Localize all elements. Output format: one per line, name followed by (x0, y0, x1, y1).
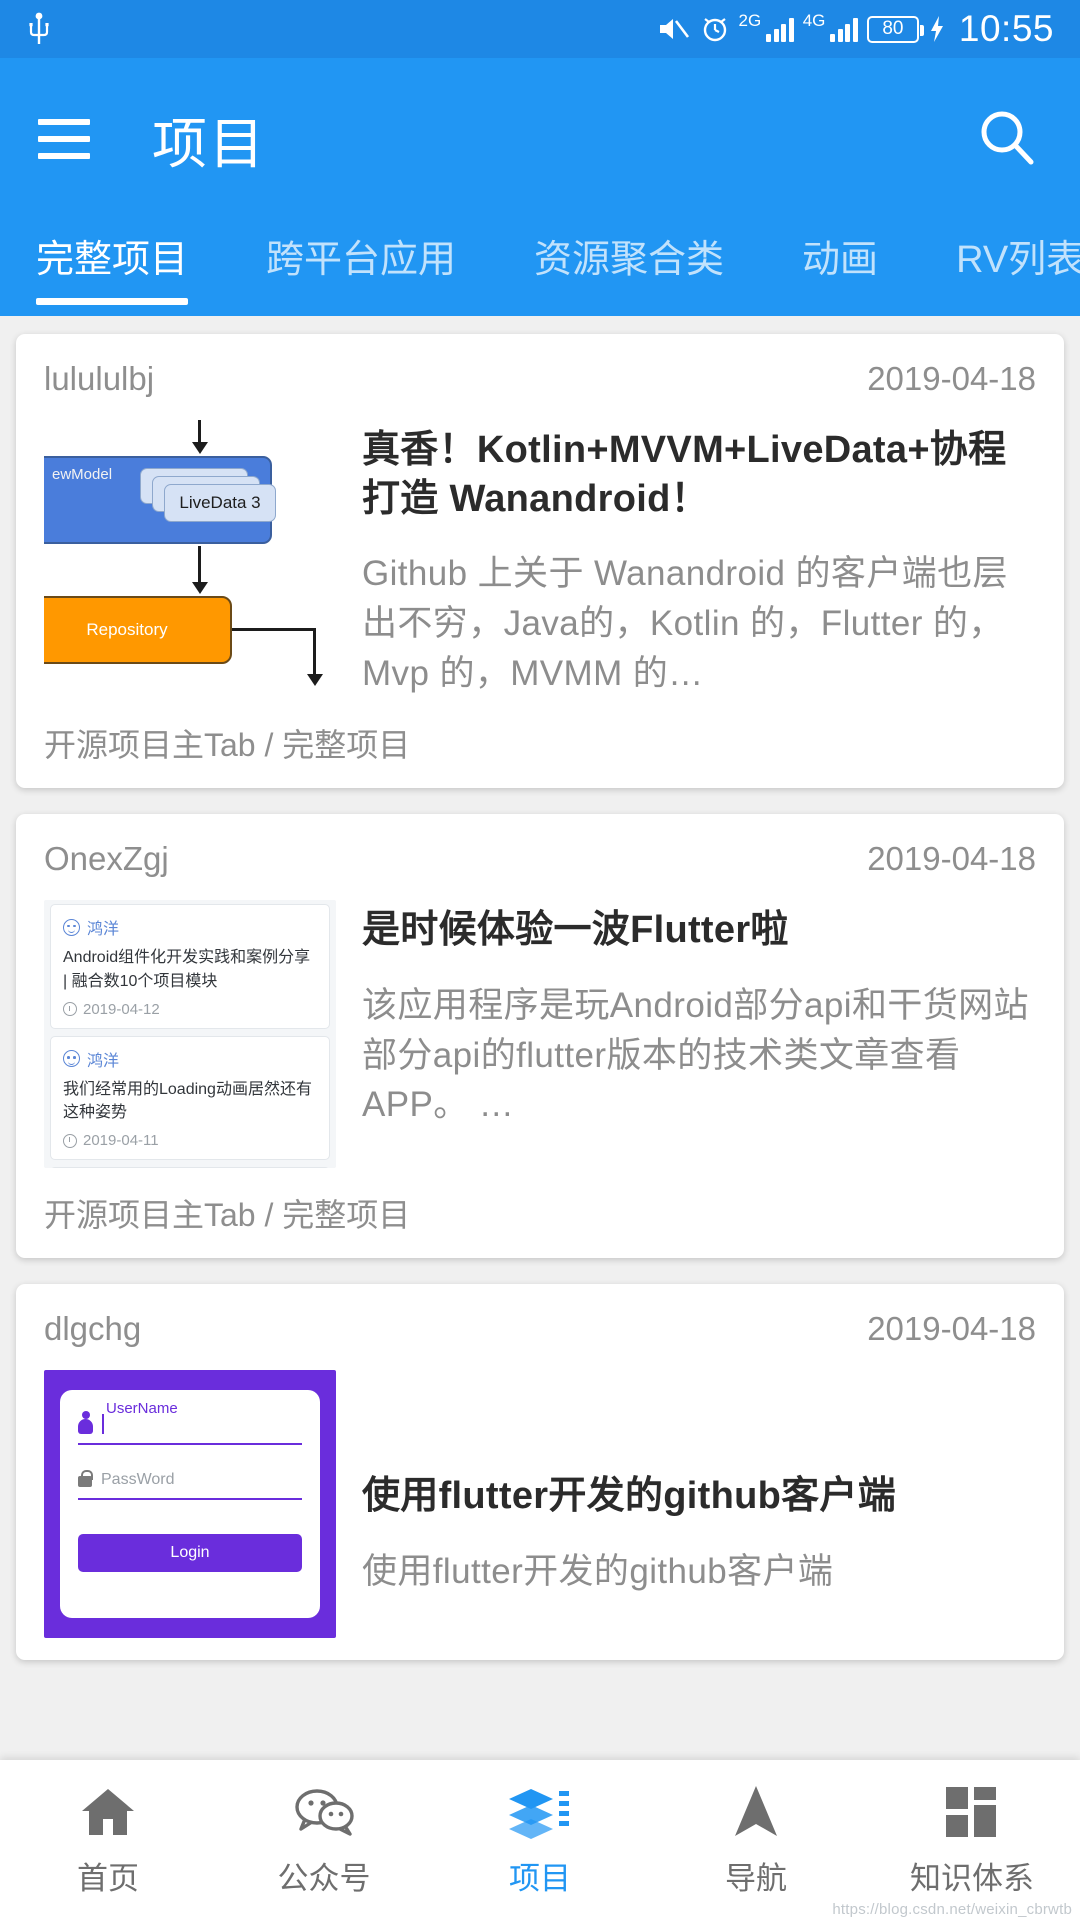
mute-icon (657, 14, 691, 44)
card-date: 2019-04-18 (867, 840, 1036, 878)
sim1-signal-icon (766, 16, 794, 42)
card-date: 2019-04-18 (867, 360, 1036, 397)
nav-label: 项目 (509, 1860, 571, 1896)
card-category: 开源项目主Tab / 完整项目 (44, 727, 411, 764)
card-title: 真香！Kotlin+MVVM+LiveData+协程打造 Wanandroid！ (362, 429, 1007, 520)
thumb-item-author: 鸿洋 (87, 921, 120, 939)
category-tab-bar[interactable]: 完整项目 跨平台应用 资源聚合类 动画 RV列表 (0, 220, 1080, 316)
tab-cross-platform[interactable]: 跨平台应用 (266, 220, 456, 283)
thumb-item-author: 鸿洋 (87, 1052, 120, 1070)
search-icon[interactable] (974, 105, 1042, 173)
nav-label: 知识体系 (910, 1860, 1034, 1896)
watermark: https://blog.csdn.net/weixin_cbrwtb (832, 1901, 1072, 1918)
usb-icon (26, 12, 52, 46)
sim2-network-label: 4G (802, 10, 826, 30)
home-icon (79, 1783, 137, 1841)
text-caret (102, 1414, 104, 1435)
person-icon (78, 1411, 93, 1435)
thumb-item-date: 2019-04-12 (83, 1000, 160, 1018)
card-header: OnexZgj 2019-04-18 (44, 840, 1036, 878)
app-screen: 2G 4G 80 10:55 项目 完整项目 跨平台应用 资源聚合类 动画 RV… (0, 0, 1080, 1920)
card-title: 是时候体验一波Flutter啦 (362, 909, 789, 952)
layers-icon (509, 1783, 571, 1841)
thumb-viewmodel-label: ewModel (52, 466, 113, 483)
thumb-item-title: Android组件化开发实践和案例分享 | 融合数10个项目模块 (63, 949, 311, 990)
app-bar: 项目 (0, 58, 1080, 220)
tab-label: 跨平台应用 (266, 239, 457, 281)
thumb-repository-label: Repository (44, 596, 232, 664)
hamburger-menu-icon[interactable] (38, 119, 90, 159)
thumb-login-button: Login (78, 1534, 302, 1573)
nav-item-home[interactable]: 首页 (0, 1783, 216, 1898)
nav-item-official-account[interactable]: 公众号 (216, 1783, 432, 1898)
card-thumbnail: 鸿洋 Android组件化开发实践和案例分享 | 融合数10个项目模块 2019… (44, 900, 336, 1169)
card-description: 该应用程序是玩Android部分api和干货网站部分api的flutter版本的… (362, 985, 1029, 1125)
card-date: 2019-04-18 (867, 1310, 1036, 1348)
grid-blocks-icon (944, 1783, 1000, 1841)
card-author: OnexZgj (44, 840, 169, 878)
bottom-navigation-bar[interactable]: 首页 公众号 项目 导航 知识体系 (0, 1760, 1080, 1920)
card-author: lulululbj (44, 360, 155, 397)
card-thumbnail: UserName PassWord Login (44, 1370, 336, 1639)
thumb-livedata-label: LiveData 3 (164, 484, 276, 522)
nav-label: 公众号 (277, 1860, 371, 1896)
tab-label: 资源聚合类 (534, 239, 725, 281)
tab-complete-projects[interactable]: 完整项目 (36, 220, 189, 305)
card-author: dlgchg (44, 1310, 142, 1348)
page-title: 项目 (152, 113, 267, 175)
clock-icon (63, 1133, 77, 1148)
thumb-list-item: 鸿洋 我们经常用的Loading动画居然还有这种姿势 2019-04-11 (50, 1035, 330, 1161)
thumb-username-field: UserName (78, 1400, 302, 1446)
card-thumbnail: ewModel LiveData 3 Repository Remote Dat… (44, 420, 336, 688)
thumb-item-date: 2019-04-11 (83, 1132, 159, 1150)
nav-label: 首页 (77, 1860, 139, 1896)
clock-icon (63, 1002, 77, 1017)
lock-icon (78, 1470, 93, 1488)
project-card[interactable]: OnexZgj 2019-04-18 鸿洋 Android组件化开发实践和案例分… (16, 814, 1064, 1259)
thumb-list-item: 鸿洋 如何造好拚2组写 Android Library 的最 (50, 1167, 330, 1169)
tab-rv-list[interactable]: RV列表 (956, 220, 1080, 283)
card-header: lulululbj 2019-04-18 (44, 360, 1036, 398)
battery-level-label: 80 (882, 18, 904, 39)
thumb-password-field: PassWord (78, 1470, 302, 1501)
thumb-item-title: 我们经常用的Loading动画居然还有这种姿势 (63, 1080, 312, 1121)
nav-item-navigation[interactable]: 导航 (648, 1783, 864, 1898)
sim1-network-label: 2G (738, 10, 762, 30)
smiley-icon (63, 918, 80, 936)
card-description: Github 上关于 Wanandroid 的客户端也层出不穷，Java的，Ko… (362, 554, 1008, 693)
nav-item-knowledge-system[interactable]: 知识体系 (864, 1783, 1080, 1898)
clock-label: 10:55 (958, 8, 1054, 49)
tab-label: 动画 (802, 239, 879, 281)
tab-label: 完整项目 (36, 239, 189, 281)
tab-label: RV列表 (956, 239, 1080, 281)
nav-item-projects[interactable]: 项目 (432, 1783, 648, 1898)
alarm-icon (700, 14, 730, 44)
thumb-list-item: 鸿洋 Android组件化开发实践和案例分享 | 融合数10个项目模块 2019… (50, 904, 330, 1029)
tab-animation[interactable]: 动画 (802, 220, 878, 283)
status-bar: 2G 4G 80 10:55 (0, 0, 1080, 58)
card-description: 使用flutter开发的github客户端 (362, 1551, 834, 1591)
tab-resource-aggregation[interactable]: 资源聚合类 (534, 220, 724, 283)
smiley-icon (63, 1050, 80, 1068)
card-header: dlgchg 2019-04-18 (44, 1310, 1036, 1348)
nav-label: 导航 (725, 1860, 787, 1896)
thumb-username-label: UserName (106, 1400, 178, 1418)
charging-bolt-icon (928, 14, 946, 44)
card-category: 开源项目主Tab / 完整项目 (44, 1197, 411, 1234)
card-title: 使用flutter开发的github客户端 (362, 1475, 897, 1518)
chat-bubbles-icon (293, 1783, 355, 1841)
sim2-signal-icon (830, 16, 858, 42)
battery-icon: 80 (866, 15, 924, 43)
navigation-arrow-icon (731, 1783, 781, 1841)
project-card[interactable]: lulululbj 2019-04-18 ewModel LiveData 3 (16, 334, 1064, 789)
project-list[interactable]: lulululbj 2019-04-18 ewModel LiveData 3 (0, 316, 1080, 1786)
project-card[interactable]: dlgchg 2019-04-18 UserName PassWord Logi… (16, 1284, 1064, 1661)
thumb-password-label: PassWord (101, 1471, 175, 1489)
